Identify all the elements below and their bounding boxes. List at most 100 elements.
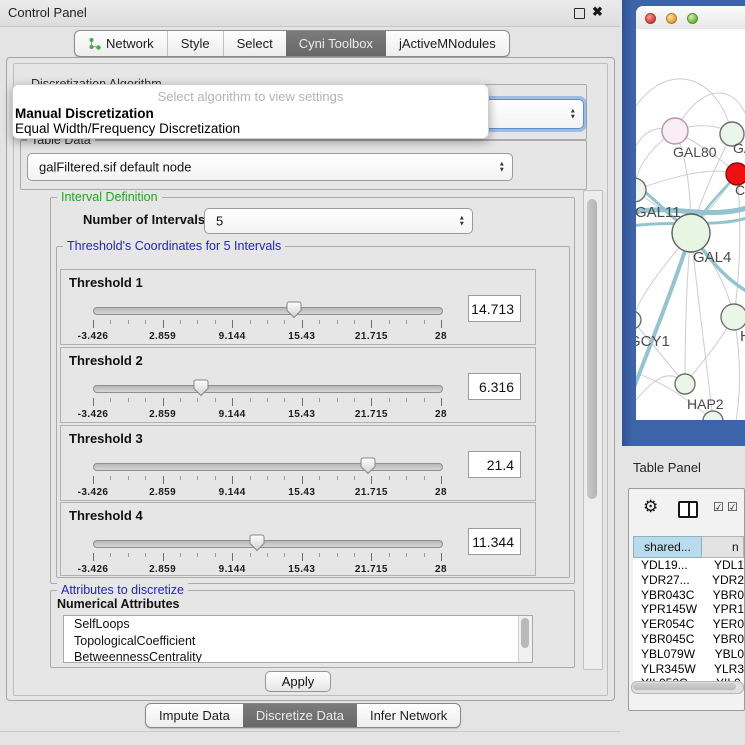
table-row[interactable]: YPR145WYPR1 — [633, 602, 744, 617]
slider-track[interactable] — [93, 540, 443, 548]
network-node[interactable] — [636, 311, 641, 329]
tick-label: 21.715 — [355, 487, 388, 498]
float-panel-icon[interactable] — [574, 8, 585, 19]
list-item[interactable]: SelfLoops — [64, 616, 532, 633]
table-hscrollbar-thumb[interactable] — [633, 683, 736, 690]
tick-mark — [250, 553, 251, 557]
group-title: Interval Definition — [57, 190, 162, 204]
threshold-slider[interactable]: -3.4262.8599.14415.4321.71528 — [93, 307, 441, 315]
dropdown-option-manual[interactable]: Manual Discretization — [13, 106, 488, 121]
checkbox-icon[interactable]: ☑ — [713, 500, 724, 514]
panel-scrollbar[interactable] — [583, 190, 603, 670]
network-node[interactable] — [662, 118, 688, 144]
top-tab-bar: Network Style Select Cyni Toolbox jActiv… — [74, 30, 510, 57]
table-row[interactable]: YBR045CYBR0 — [633, 632, 744, 647]
threshold-value-field[interactable]: 14.713 — [468, 295, 521, 322]
tick-mark — [215, 398, 216, 402]
table-row[interactable]: YDR27...YDR2 — [633, 573, 744, 588]
threshold-value-field[interactable]: 21.4 — [468, 451, 521, 478]
list-scrollbar-thumb[interactable] — [521, 618, 529, 648]
tick-mark — [110, 320, 111, 324]
tick-mark — [406, 476, 407, 480]
tick-mark — [197, 553, 198, 557]
slider-track[interactable] — [93, 385, 443, 393]
list-item[interactable]: TopologicalCoefficient — [64, 633, 532, 650]
table-data-combobox[interactable]: galFiltered.sif default node ▲▼ — [27, 153, 513, 181]
tick-mark — [389, 320, 390, 324]
tick-mark — [424, 553, 425, 557]
table-cell: YDR2 — [698, 573, 744, 588]
network-node[interactable] — [675, 374, 695, 394]
table-row[interactable]: YBR043CYBR0 — [633, 588, 744, 603]
table-cell: YLR345W — [633, 662, 700, 677]
dropdown-option-equal-width[interactable]: Equal Width/Frequency Discretization — [13, 121, 488, 136]
attribute-list[interactable]: SelfLoopsTopologicalCoefficientBetweenne… — [63, 615, 533, 663]
close-panel-icon[interactable]: ✖ — [592, 4, 603, 20]
close-traffic-light-icon[interactable] — [645, 13, 656, 24]
slider-track[interactable] — [93, 307, 443, 315]
tick-mark — [371, 553, 372, 561]
network-node[interactable] — [672, 214, 710, 252]
network-node[interactable] — [721, 304, 745, 330]
table-row[interactable]: YER054CYER0 — [633, 617, 744, 632]
columns-icon[interactable] — [678, 501, 698, 518]
panel-scrollbar-thumb[interactable] — [587, 199, 597, 499]
network-canvas[interactable]: GAL80GACGAL11GAL4GCY1HHAP2 — [636, 29, 745, 420]
control-panel-titlebar: Control Panel ✖ — [0, 0, 620, 27]
slider-thumb[interactable] — [249, 534, 265, 552]
network-node[interactable] — [703, 411, 723, 420]
minimize-traffic-light-icon[interactable] — [666, 13, 677, 24]
threshold-label: Threshold 4 — [69, 508, 143, 523]
tick-mark — [145, 553, 146, 557]
network-window-titlebar[interactable] — [636, 6, 745, 30]
tab-label: Select — [237, 36, 273, 51]
tick-mark — [180, 398, 181, 402]
screen: Control Panel ✖ Network Style Select Cyn… — [0, 0, 745, 745]
threshold-value-field[interactable]: 11.344 — [468, 528, 521, 555]
table-row[interactable]: YLR345WYLR3 — [633, 662, 744, 677]
network-node[interactable] — [636, 178, 646, 202]
number-of-intervals-label: Number of Intervals — [83, 212, 205, 227]
slider-track[interactable] — [93, 463, 443, 471]
column-header-shared[interactable]: shared... — [633, 536, 702, 558]
node-label: C — [735, 182, 745, 198]
apply-button[interactable]: Apply — [265, 671, 331, 692]
algorithm-dropdown-popup: Select algorithm to view settings Manual… — [12, 84, 489, 139]
table-row[interactable]: YBL079WYBL0 — [633, 647, 744, 662]
gear-icon[interactable]: ⚙ — [643, 497, 658, 517]
slider-thumb[interactable] — [360, 457, 376, 475]
column-header-name[interactable]: n — [702, 536, 744, 558]
table-hscrollbar[interactable] — [631, 681, 744, 694]
slider-thumb[interactable] — [286, 301, 302, 319]
table-cell: YLR3 — [700, 662, 744, 677]
tab-network[interactable]: Network — [75, 31, 167, 56]
threshold-slider[interactable]: -3.4262.8599.14415.4321.71528 — [93, 540, 441, 548]
threshold-slider[interactable]: -3.4262.8599.14415.4321.71528 — [93, 385, 441, 393]
tick-mark — [424, 476, 425, 480]
tab-select[interactable]: Select — [223, 31, 286, 56]
tick-mark — [215, 320, 216, 324]
tab-style[interactable]: Style — [167, 31, 223, 56]
checkbox-icon[interactable]: ☑ — [727, 500, 738, 514]
threshold-value-field[interactable]: 6.316 — [468, 373, 521, 400]
network-icon — [88, 37, 101, 50]
tick-mark — [145, 320, 146, 324]
zoom-traffic-light-icon[interactable] — [687, 13, 698, 24]
table-cell: YBR043C — [633, 588, 699, 603]
number-of-intervals-combobox[interactable]: 5 ▲▼ — [204, 208, 473, 234]
threshold-slider[interactable]: -3.4262.8599.14415.4321.71528 — [93, 463, 441, 471]
slider-thumb[interactable] — [193, 379, 209, 397]
list-scrollbar[interactable] — [518, 616, 532, 662]
tick-mark — [128, 553, 129, 557]
tick-mark — [319, 398, 320, 402]
tab-impute-data[interactable]: Impute Data — [146, 704, 243, 727]
tick-mark — [406, 320, 407, 324]
tab-cyni-toolbox[interactable]: Cyni Toolbox — [286, 31, 386, 56]
tab-jactivemnodules[interactable]: jActiveMNodules — [386, 31, 509, 56]
table-cell: YBR0 — [699, 588, 744, 603]
tab-infer-network[interactable]: Infer Network — [357, 704, 460, 727]
tab-discretize-data[interactable]: Discretize Data — [243, 704, 357, 727]
list-item[interactable]: BetweennessCentrality — [64, 649, 532, 663]
tick-mark — [110, 398, 111, 402]
table-row[interactable]: YDL19...YDL1 — [633, 558, 744, 573]
